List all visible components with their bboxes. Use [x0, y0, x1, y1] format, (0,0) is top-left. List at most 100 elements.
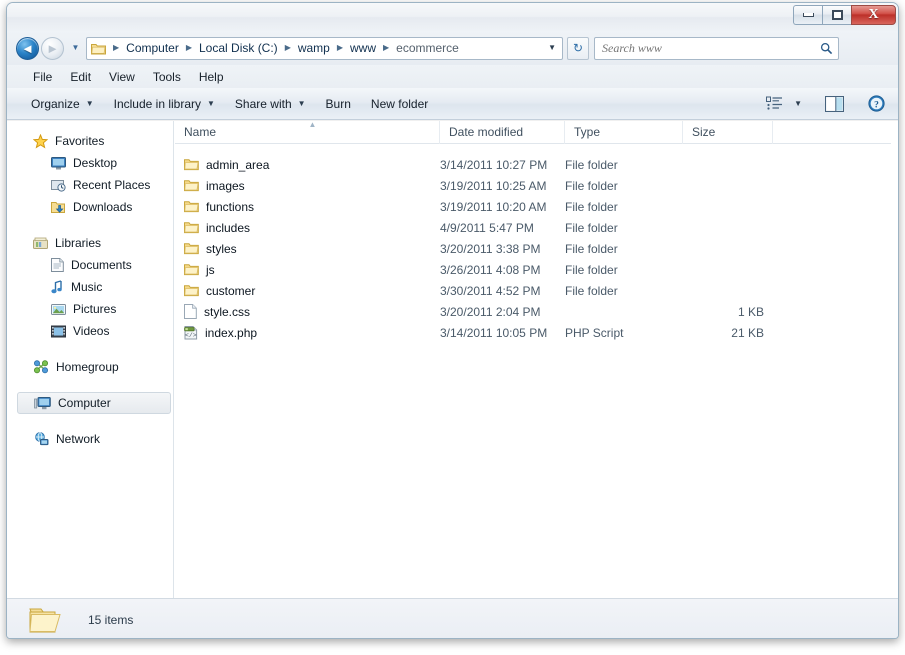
folder-icon: [91, 42, 106, 55]
table-row[interactable]: admin_area 3/14/2011 10:27 PM File folde…: [175, 154, 891, 175]
chevron-down-icon[interactable]: ▼: [548, 44, 556, 52]
new-folder-label: New folder: [370, 96, 429, 111]
sidebar-label: Pictures: [73, 302, 117, 316]
folder-icon: [184, 200, 199, 213]
toolbar-right-group: ▼ ?: [763, 93, 898, 114]
sidebar-item-pictures[interactable]: Pictures: [15, 298, 173, 320]
minimize-button[interactable]: [793, 5, 822, 25]
sidebar-item-network[interactable]: Network: [15, 428, 173, 450]
file-date-cell: 3/20/2011 2:04 PM: [440, 304, 541, 319]
breadcrumb-separator: ▶: [284, 43, 291, 52]
breadcrumb-separator: ▶: [113, 43, 120, 52]
sidebar-item-downloads[interactable]: Downloads: [15, 196, 173, 218]
table-row[interactable]: customer 3/30/2011 4:52 PM File folder: [175, 280, 891, 301]
status-bar: 15 items: [7, 598, 898, 638]
menu-edit[interactable]: Edit: [61, 68, 100, 86]
sidebar-label: Documents: [71, 258, 132, 272]
column-header-row: Name Date modified Type Size ▲: [175, 120, 891, 144]
breadcrumb-item-local-disk[interactable]: Local Disk (C:): [197, 41, 280, 55]
navigation-pane: Favorites Desktop Recent Places Download…: [15, 121, 174, 598]
star-icon: [33, 133, 48, 149]
close-icon: X: [868, 7, 879, 22]
sidebar-item-videos[interactable]: Videos: [15, 320, 173, 342]
file-name-cell: </> index.php: [175, 325, 440, 340]
menu-view[interactable]: View: [100, 68, 144, 86]
sidebar-item-documents[interactable]: Documents: [15, 254, 173, 276]
file-rows-container: admin_area 3/14/2011 10:27 PM File folde…: [175, 144, 891, 343]
sidebar-item-music[interactable]: Music: [15, 276, 173, 298]
help-icon[interactable]: ?: [865, 93, 888, 114]
refresh-button[interactable]: ↻: [567, 36, 589, 60]
search-input[interactable]: [602, 40, 802, 56]
breadcrumb-item-ecommerce[interactable]: ecommerce: [394, 41, 461, 55]
desktop-icon: [51, 156, 66, 170]
forward-button[interactable]: ►: [41, 36, 64, 60]
share-with-button[interactable]: Share with ▼: [225, 93, 316, 115]
file-date-cell: 3/19/2011 10:20 AM: [440, 199, 547, 214]
table-row[interactable]: </> index.php 3/14/2011 10:05 PM PHP Scr…: [175, 322, 891, 343]
sidebar-label: Music: [71, 280, 103, 294]
folder-icon: [184, 284, 199, 297]
back-arrow-icon: ◄: [21, 40, 34, 56]
close-button[interactable]: X: [851, 5, 896, 25]
menu-file[interactable]: File: [24, 68, 61, 86]
file-name-cell: js: [175, 263, 440, 277]
burn-button[interactable]: Burn: [316, 93, 361, 115]
file-name-cell: customer: [175, 284, 440, 298]
column-header-type[interactable]: Type: [565, 120, 683, 144]
new-folder-button[interactable]: New folder: [361, 93, 438, 115]
title-bar: X: [7, 3, 898, 31]
breadcrumb-item-wamp[interactable]: wamp: [296, 41, 332, 55]
sidebar-item-libraries[interactable]: Libraries: [15, 232, 173, 254]
table-row[interactable]: style.css 3/20/2011 2:04 PM 1 KB: [175, 301, 891, 322]
file-date-cell: 3/26/2011 4:08 PM: [440, 262, 541, 277]
preview-pane-icon[interactable]: [822, 94, 847, 114]
view-layout-icon[interactable]: [763, 94, 786, 113]
menu-tools[interactable]: Tools: [144, 68, 190, 86]
column-header-date-modified[interactable]: Date modified: [440, 120, 565, 144]
sidebar-item-favorites[interactable]: Favorites: [15, 130, 173, 152]
view-dropdown-caret-icon[interactable]: ▼: [794, 99, 802, 108]
sidebar-item-homegroup[interactable]: Homegroup: [15, 356, 173, 378]
folder-icon: [29, 605, 63, 635]
folder-icon: [184, 221, 199, 234]
table-row[interactable]: styles 3/20/2011 3:38 PM File folder: [175, 238, 891, 259]
organize-button[interactable]: Organize ▼: [21, 93, 104, 115]
table-row[interactable]: includes 4/9/2011 5:47 PM File folder: [175, 217, 891, 238]
file-type-cell: PHP Script: [565, 325, 624, 340]
file-date-cell: 3/19/2011 10:25 AM: [440, 178, 547, 193]
recent-pages-dropdown[interactable]: ▼: [69, 44, 82, 52]
file-name-cell: images: [175, 179, 440, 193]
breadcrumb-address-bar[interactable]: ▶ Computer ▶ Local Disk (C:) ▶ wamp ▶ ww…: [86, 36, 563, 60]
minimize-icon: [802, 13, 814, 17]
table-row[interactable]: images 3/19/2011 10:25 AM File folder: [175, 175, 891, 196]
computer-icon: [34, 396, 51, 410]
folder-icon: [184, 242, 199, 255]
table-row[interactable]: functions 3/19/2011 10:20 AM File folder: [175, 196, 891, 217]
file-name-label: includes: [206, 220, 251, 235]
file-size-cell: 21 KB: [731, 325, 764, 340]
sidebar-label: Favorites: [55, 134, 105, 148]
breadcrumb-separator: ▶: [185, 43, 192, 52]
breadcrumb-separator: ▶: [383, 43, 390, 52]
search-box[interactable]: [594, 36, 839, 60]
command-toolbar: Organize ▼ Include in library ▼ Share wi…: [7, 88, 898, 120]
sidebar-label: Network: [56, 432, 101, 446]
maximize-button[interactable]: [822, 5, 851, 25]
table-row[interactable]: js 3/26/2011 4:08 PM File folder: [175, 259, 891, 280]
back-button[interactable]: ◄: [16, 36, 39, 60]
include-in-library-button[interactable]: Include in library ▼: [104, 93, 225, 115]
homegroup-icon: [33, 360, 49, 374]
svg-text:?: ?: [874, 100, 879, 110]
sidebar-item-computer[interactable]: Computer: [17, 392, 171, 414]
chevron-down-icon: ▼: [207, 98, 215, 108]
sidebar-item-recent-places[interactable]: Recent Places: [15, 174, 173, 196]
column-header-size[interactable]: Size: [683, 120, 773, 144]
breadcrumb-item-www[interactable]: www: [348, 41, 378, 55]
menu-help[interactable]: Help: [190, 68, 233, 86]
breadcrumb-item-computer[interactable]: Computer: [124, 41, 181, 55]
sidebar-item-desktop[interactable]: Desktop: [15, 152, 173, 174]
file-type-cell: File folder: [565, 157, 618, 172]
